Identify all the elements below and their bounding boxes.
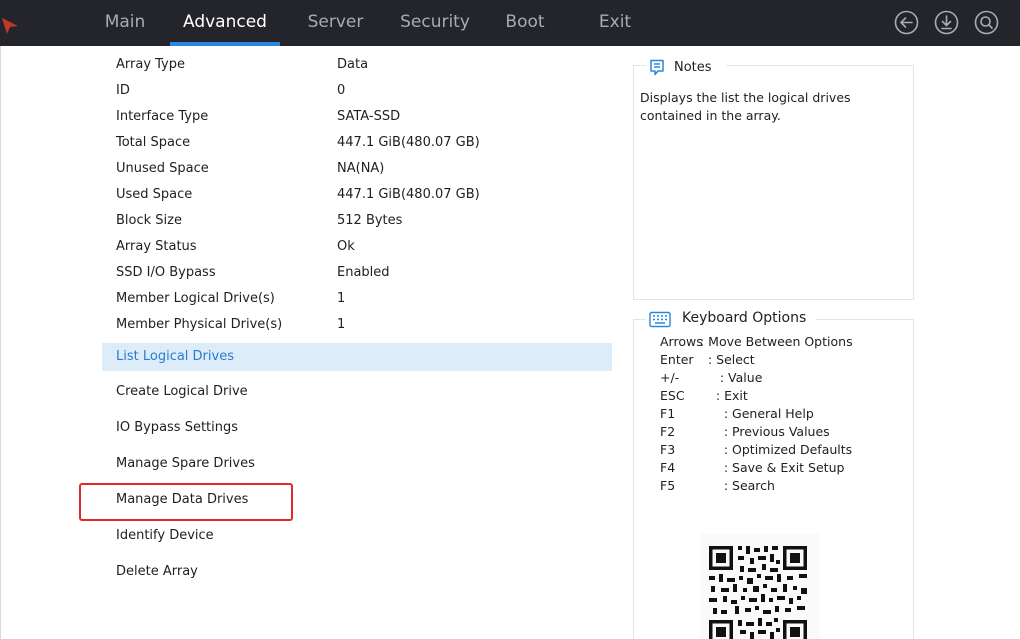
top-nav-bar: Main Advanced Server Security Boot Exit xyxy=(0,0,1020,46)
kb-option: Enter : Select xyxy=(660,351,755,369)
search-icon[interactable] xyxy=(974,10,999,35)
info-value: 447.1 GiB(480.07 GB) xyxy=(337,135,480,150)
kb-desc: : Exit xyxy=(700,388,748,403)
tab-advanced[interactable]: Advanced xyxy=(170,0,280,46)
info-value: 447.1 GiB(480.07 GB) xyxy=(337,187,480,202)
menu-manage-spare-drives[interactable]: Manage Spare Drives xyxy=(102,450,612,478)
info-row-ssd-io-bypass: SSD I/O Bypass Enabled xyxy=(102,260,612,286)
kb-option: F5 : Search xyxy=(660,477,775,495)
info-label: ID xyxy=(116,83,130,98)
kb-key: F4 xyxy=(660,460,676,475)
info-value: Data xyxy=(337,57,369,72)
notes-title: Notes xyxy=(674,60,712,75)
tab-exit[interactable]: Exit xyxy=(590,0,640,46)
info-label: SSD I/O Bypass xyxy=(116,265,216,280)
kb-option: F2 : Previous Values xyxy=(660,423,830,441)
kb-desc: : General Help xyxy=(700,406,814,421)
info-value: Enabled xyxy=(337,265,390,280)
info-label: Unused Space xyxy=(116,161,209,176)
info-value: 1 xyxy=(337,291,346,306)
kb-desc: : Select xyxy=(700,352,755,367)
info-value: Ok xyxy=(337,239,355,254)
kb-key: F3 xyxy=(660,442,676,457)
kb-desc: : Optimized Defaults xyxy=(700,442,853,457)
info-value: SATA-SSD xyxy=(337,109,401,124)
keyboard-icon xyxy=(649,311,671,328)
logo-icon xyxy=(2,18,18,34)
info-label: Array Type xyxy=(116,57,186,72)
tab-boot[interactable]: Boot xyxy=(497,0,553,46)
info-label: Array Status xyxy=(116,239,197,254)
info-row-member-physical-drives: Member Physical Drive(s) 1 xyxy=(102,312,612,338)
info-row-total-space: Total Space 447.1 GiB(480.07 GB) xyxy=(102,130,612,156)
kb-option: ESC : Exit xyxy=(660,387,748,405)
info-label: Member Logical Drive(s) xyxy=(116,291,275,306)
menu-identify-device[interactable]: Identify Device xyxy=(102,522,612,550)
info-label: Total Space xyxy=(116,135,191,150)
back-icon[interactable] xyxy=(894,10,919,35)
kb-key: +/- xyxy=(660,370,680,385)
keyboard-title: Keyboard Options xyxy=(682,310,807,326)
kb-desc: : Save & Exit Setup xyxy=(700,460,845,475)
info-label: Interface Type xyxy=(116,109,209,124)
kb-desc: : Previous Values xyxy=(700,424,830,439)
kb-key: F2 xyxy=(660,424,676,439)
menu-io-bypass-settings[interactable]: IO Bypass Settings xyxy=(102,414,612,442)
download-icon[interactable] xyxy=(934,10,959,35)
kb-option: +/- : Value xyxy=(660,369,762,387)
tab-main[interactable]: Main xyxy=(95,0,155,46)
info-row-id: ID 0 xyxy=(102,78,612,104)
menu-list-logical-drives[interactable]: List Logical Drives xyxy=(102,343,612,371)
kb-key: ESC xyxy=(660,388,685,403)
info-label: Block Size xyxy=(116,213,182,228)
info-row-interface-type: Interface Type SATA-SSD xyxy=(102,104,612,130)
info-row-used-space: Used Space 447.1 GiB(480.07 GB) xyxy=(102,182,612,208)
highlight-box xyxy=(79,483,293,521)
info-value: 1 xyxy=(337,317,346,332)
kb-option: F3 : Optimized Defaults xyxy=(660,441,852,459)
info-row-member-logical-drives: Member Logical Drive(s) 1 xyxy=(102,286,612,312)
notes-icon xyxy=(650,59,664,76)
kb-desc: : Move Between Options xyxy=(700,334,853,349)
menu-create-logical-drive[interactable]: Create Logical Drive xyxy=(102,378,612,406)
info-label: Used Space xyxy=(116,187,193,202)
notes-text: Displays the list the logical drives con… xyxy=(640,90,851,123)
info-row-block-size: Block Size 512 Bytes xyxy=(102,208,612,234)
frame-border xyxy=(0,46,1,639)
tab-security[interactable]: Security xyxy=(392,0,478,46)
kb-option: Arrows: Move Between Options xyxy=(660,333,853,351)
kb-option: F1 : General Help xyxy=(660,405,814,423)
kb-desc: : Search xyxy=(700,478,775,493)
tab-server[interactable]: Server xyxy=(298,0,373,46)
info-value: 0 xyxy=(337,83,346,98)
kb-key: Enter xyxy=(660,352,694,367)
kb-key: Arrows xyxy=(660,334,703,349)
info-label: Member Physical Drive(s) xyxy=(116,317,283,332)
kb-option: F4 : Save & Exit Setup xyxy=(660,459,844,477)
info-row-array-status: Array Status Ok xyxy=(102,234,612,260)
kb-key: F5 xyxy=(660,478,676,493)
menu-delete-array[interactable]: Delete Array xyxy=(102,558,612,586)
info-value: NA(NA) xyxy=(337,161,385,176)
qr-code-icon xyxy=(700,534,820,639)
kb-desc: : Value xyxy=(700,370,763,385)
info-row-unused-space: Unused Space NA(NA) xyxy=(102,156,612,182)
info-value: 512 Bytes xyxy=(337,213,403,228)
kb-key: F1 xyxy=(660,406,676,421)
info-row-array-type: Array Type Data xyxy=(102,52,612,78)
